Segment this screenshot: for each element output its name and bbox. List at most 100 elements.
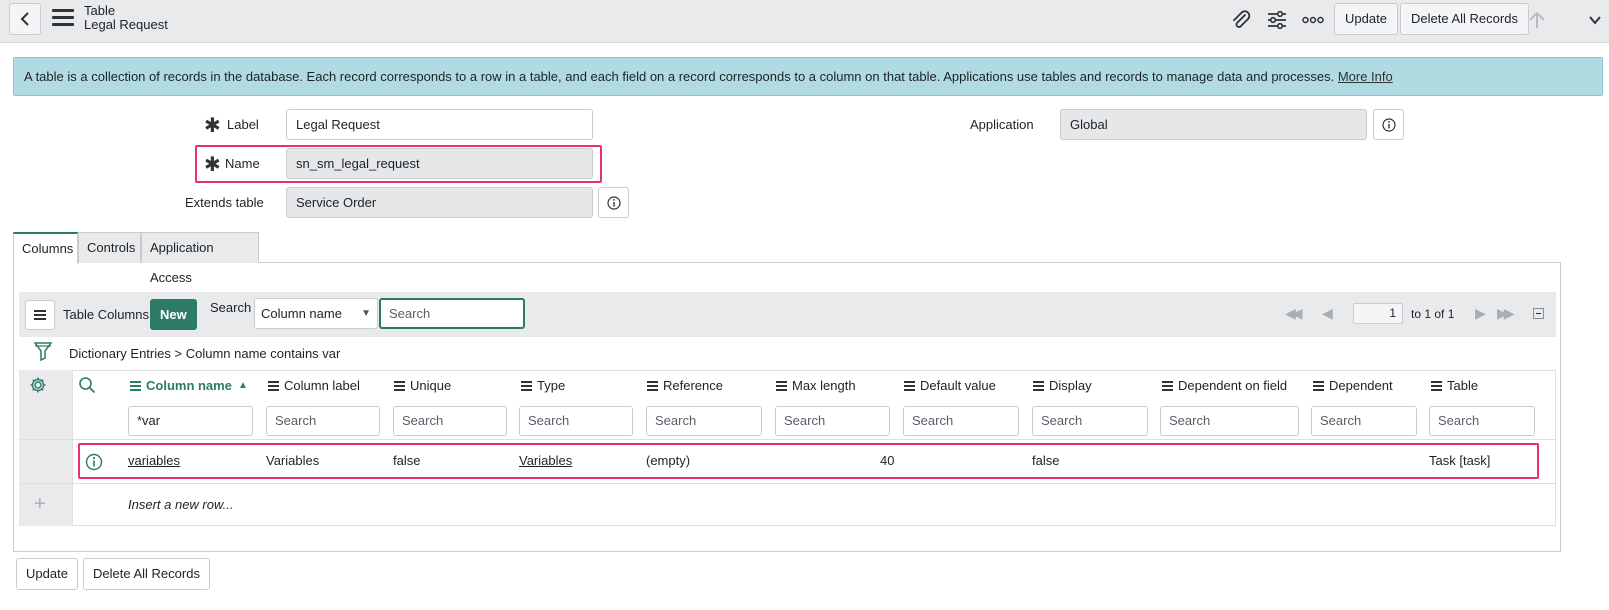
- first-page-icon[interactable]: ◀◀: [1285, 305, 1302, 322]
- col-header-label: Max length: [792, 378, 856, 393]
- paperclip-icon[interactable]: [1229, 8, 1253, 32]
- mandatory-icon: ✱: [204, 154, 221, 176]
- plus-icon[interactable]: +: [34, 493, 46, 516]
- record-name: Legal Request: [84, 17, 168, 32]
- col-header-label: Type: [537, 378, 566, 393]
- application-input[interactable]: Global: [1060, 109, 1367, 140]
- column-menu-icon[interactable]: [521, 379, 532, 393]
- back-button[interactable]: [9, 3, 41, 35]
- col-header-default-value[interactable]: Default value: [904, 378, 996, 393]
- col-header-label: Table: [1447, 378, 1479, 393]
- label-input[interactable]: Legal Request: [286, 109, 593, 140]
- cell-display: false: [1032, 453, 1060, 468]
- settings-sliders-icon[interactable]: [1265, 8, 1289, 32]
- column-name-filter-input[interactable]: *var: [128, 406, 253, 436]
- default-value-filter-input[interactable]: Search: [903, 406, 1019, 436]
- column-menu-icon[interactable]: [394, 379, 405, 393]
- banner-text: A table is a collection of records in th…: [24, 69, 1335, 84]
- column-menu-icon[interactable]: [268, 379, 279, 393]
- delete-all-records-button[interactable]: Delete All Records: [1400, 3, 1529, 35]
- column-menu-icon[interactable]: [1431, 379, 1442, 393]
- page-title: Table Legal Request: [84, 4, 168, 32]
- more-info-link[interactable]: More Info: [1338, 69, 1393, 84]
- delete-all-records-button-bottom[interactable]: Delete All Records: [83, 558, 210, 590]
- col-header-table[interactable]: Table: [1431, 378, 1478, 393]
- column-menu-icon[interactable]: [1313, 379, 1324, 393]
- insert-row-link[interactable]: Insert a new row...: [128, 497, 234, 512]
- column-menu-icon[interactable]: [776, 379, 787, 393]
- display-filter-input[interactable]: Search: [1032, 406, 1148, 436]
- menu-icon[interactable]: [52, 9, 74, 27]
- gear-icon[interactable]: [29, 376, 47, 397]
- column-menu-icon[interactable]: [1162, 379, 1173, 393]
- tab-controls[interactable]: Controls: [78, 232, 141, 263]
- extends-info-button[interactable]: [598, 187, 629, 218]
- col-header-display[interactable]: Display: [1033, 378, 1092, 393]
- application-info-button[interactable]: [1373, 109, 1404, 140]
- table-filter-input[interactable]: Search: [1429, 406, 1535, 436]
- tab-columns[interactable]: Columns: [13, 232, 78, 264]
- chevron-down-icon[interactable]: [1585, 8, 1605, 32]
- search-field-value: Column name: [261, 306, 342, 321]
- col-header-unique[interactable]: Unique: [394, 378, 451, 393]
- col-header-column-label[interactable]: Column label: [268, 378, 360, 393]
- column-menu-icon[interactable]: [130, 379, 141, 393]
- list-toolbar: Table Columns New Search Column name ▼ S…: [19, 292, 1556, 337]
- new-button[interactable]: New: [150, 299, 197, 330]
- breadcrumb: Dictionary Entries > Column name contain…: [69, 346, 340, 361]
- cell-column-name[interactable]: variables: [128, 453, 180, 468]
- max-length-filter-input[interactable]: Search: [775, 406, 890, 436]
- name-input[interactable]: sn_sm_legal_request: [286, 148, 593, 179]
- col-header-max-length[interactable]: Max length: [776, 378, 856, 393]
- unique-filter-input[interactable]: Search: [393, 406, 507, 436]
- filter-icon[interactable]: [33, 341, 53, 364]
- breadcrumb-filter[interactable]: Column name contains var: [186, 346, 341, 361]
- last-page-icon[interactable]: ▶▶: [1497, 305, 1514, 322]
- tab-application-access[interactable]: Application Access: [141, 232, 259, 285]
- row-info-icon[interactable]: [85, 453, 103, 474]
- reference-filter-input[interactable]: Search: [646, 406, 762, 436]
- col-header-label: Column name: [146, 378, 232, 393]
- list-menu-button[interactable]: [25, 300, 55, 330]
- form-header: Table Legal Request Update Delete All Re…: [0, 0, 1609, 43]
- column-menu-icon[interactable]: [1033, 379, 1044, 393]
- search-label: Search: [210, 300, 252, 315]
- column-label-filter-input[interactable]: Search: [266, 406, 380, 436]
- grid-divider: [19, 483, 1556, 484]
- col-header-column-name[interactable]: Column name ▲: [130, 378, 248, 393]
- search-icon[interactable]: [78, 376, 96, 397]
- collapse-icon[interactable]: [1533, 308, 1544, 319]
- list-search-input[interactable]: Search: [379, 298, 525, 329]
- name-field-label: Name: [225, 156, 260, 171]
- update-button-bottom[interactable]: Update: [16, 558, 78, 590]
- cell-type[interactable]: Variables: [519, 453, 572, 468]
- more-icon[interactable]: [1301, 8, 1325, 32]
- col-header-type[interactable]: Type: [521, 378, 565, 393]
- extends-table-input[interactable]: Service Order: [286, 187, 593, 218]
- breadcrumb-root[interactable]: Dictionary Entries: [69, 346, 171, 361]
- col-header-dependent[interactable]: Dependent: [1313, 378, 1393, 393]
- cell-reference: (empty): [646, 453, 691, 468]
- col-header-dependent-on-field[interactable]: Dependent on field: [1162, 378, 1287, 393]
- dropdown-arrow-icon: ▼: [361, 308, 371, 319]
- info-banner: A table is a collection of records in th…: [13, 57, 1603, 96]
- next-page-icon[interactable]: ▶: [1475, 305, 1486, 322]
- column-menu-icon[interactable]: [647, 379, 658, 393]
- search-field-select[interactable]: Column name ▼: [254, 298, 378, 329]
- sort-ascending-icon: ▲: [237, 380, 248, 391]
- arrow-up-icon[interactable]: [1525, 8, 1549, 32]
- col-header-label: Dependent: [1329, 378, 1393, 393]
- update-button[interactable]: Update: [1334, 3, 1398, 35]
- type-filter-input[interactable]: Search: [519, 406, 633, 436]
- col-header-reference[interactable]: Reference: [647, 378, 723, 393]
- column-menu-icon[interactable]: [904, 379, 915, 393]
- grid-divider: [19, 439, 1556, 440]
- prev-page-icon[interactable]: ◀: [1322, 305, 1333, 322]
- dependent-filter-input[interactable]: Search: [1311, 406, 1417, 436]
- col-header-label: Column label: [284, 378, 360, 393]
- col-header-label: Unique: [410, 378, 452, 393]
- page-number-input[interactable]: 1: [1353, 303, 1403, 324]
- col-header-label: Dependent on field: [1178, 378, 1288, 393]
- dependent-on-field-filter-input[interactable]: Search: [1160, 406, 1299, 436]
- col-header-label: Default value: [920, 378, 996, 393]
